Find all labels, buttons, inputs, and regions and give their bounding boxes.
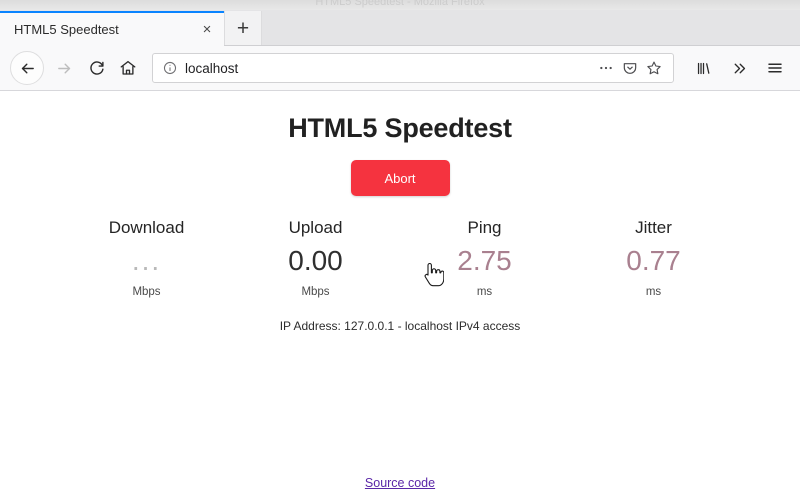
metric-unit: Mbps [301,286,330,298]
navigation-toolbar: localhost [0,46,800,91]
metric-value: ... [131,245,162,276]
metric-unit: Mbps [132,286,161,298]
new-tab-button[interactable]: + [224,11,262,46]
source-code-link[interactable]: Source code [365,476,435,490]
metric-upload: Upload 0.00 Mbps [231,218,400,298]
metric-label: Download [108,218,185,237]
page-actions-icon[interactable] [595,57,617,79]
library-icon[interactable] [688,53,718,83]
browser-window: HTML5 Speedtest - Mozilla Firefox HTML5 … [0,0,800,500]
metric-unit: ms [476,286,493,298]
tab-html5-speedtest[interactable]: HTML5 Speedtest × [0,11,224,46]
metric-label: Jitter [635,218,672,237]
metric-jitter: Jitter 0.77 ms [569,218,738,298]
hamburger-menu-icon[interactable] [760,53,790,83]
pocket-icon[interactable] [619,57,641,79]
metric-download: Download ... Mbps [62,218,231,298]
tab-title: HTML5 Speedtest [14,22,119,37]
reload-icon[interactable] [80,52,112,84]
home-icon[interactable] [112,52,144,84]
ip-address-line: IP Address: 127.0.0.1 - localhost IPv4 a… [279,319,521,333]
overflow-chevrons-icon[interactable] [724,53,754,83]
metrics-row: Download ... Mbps Upload 0.00 Mbps Ping … [0,218,800,298]
page-title: HTML5 Speedtest [288,113,512,143]
url-text[interactable]: localhost [185,61,595,76]
abort-button[interactable]: Abort [350,160,450,196]
url-bar[interactable]: localhost [152,53,674,83]
info-circle-icon[interactable] [161,59,179,77]
back-arrow-icon[interactable] [10,51,44,85]
window-title-strip: HTML5 Speedtest - Mozilla Firefox [0,0,800,10]
window-title-text: HTML5 Speedtest - Mozilla Firefox [315,0,485,8]
metric-value: 2.75 [457,245,512,276]
metric-value: 0.77 [626,245,681,276]
page-footer: Source code [0,474,800,492]
close-icon[interactable]: × [196,19,218,41]
bookmark-star-icon[interactable] [643,57,665,79]
metric-ping: Ping 2.75 ms [400,218,569,298]
tab-bar: HTML5 Speedtest × + [0,10,800,46]
metric-value: 0.00 [288,245,343,276]
page-viewport: HTML5 Speedtest Abort Download ... Mbps … [0,91,800,500]
metric-label: Ping [467,218,502,237]
forward-arrow-icon [48,52,80,84]
metric-unit: ms [645,286,662,298]
metric-label: Upload [288,218,343,237]
